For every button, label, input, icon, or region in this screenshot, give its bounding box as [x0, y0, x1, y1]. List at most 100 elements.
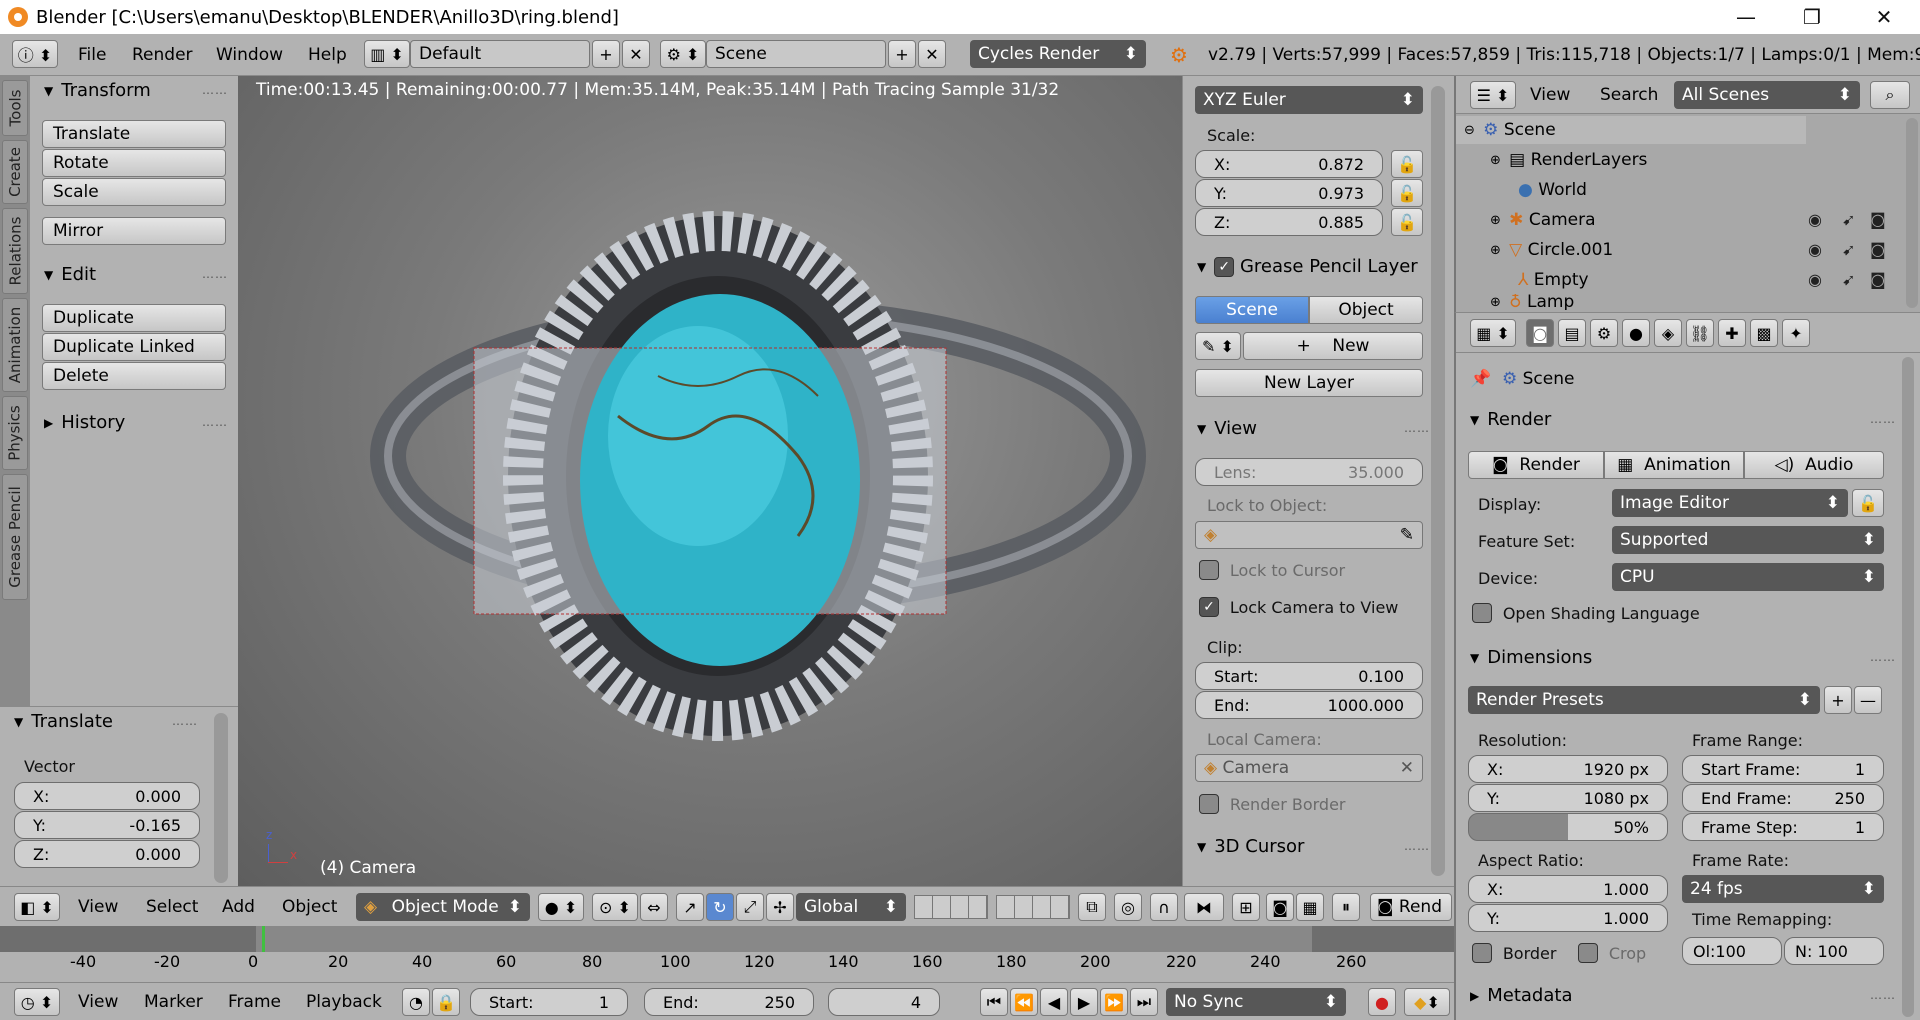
rotate-manipulator-icon[interactable]: ↻	[706, 893, 734, 921]
vector-y-field[interactable]: Y: -0.165	[14, 811, 200, 839]
render-presets-select[interactable]: Render Presets ⬍	[1468, 686, 1820, 714]
visibility-eye-icon[interactable]: ◉	[1808, 210, 1822, 229]
add-preset-icon[interactable]: +	[1824, 686, 1852, 714]
tab-animation[interactable]: Animation	[2, 298, 28, 392]
opengl-anim-icon[interactable]: ▦	[1296, 893, 1324, 921]
pause-render-icon[interactable]: ⏸	[1332, 893, 1360, 921]
drag-handle-icon[interactable]: ⋯⋯	[1404, 842, 1430, 856]
aspect-x-field[interactable]: X: 1.000	[1468, 875, 1668, 903]
crop-row[interactable]: Crop	[1578, 943, 1646, 963]
snap-toggle-icon[interactable]: ∩	[1150, 893, 1178, 921]
menu-help[interactable]: Help	[308, 45, 347, 65]
material-tab-icon[interactable]: ▩	[1750, 319, 1778, 347]
render-border-row[interactable]: Render Border	[1199, 794, 1346, 814]
timeline-track[interactable]	[0, 926, 1454, 952]
render-section-header[interactable]: ▼ Render	[1470, 409, 1551, 430]
view3d-menu-select[interactable]: Select	[146, 897, 198, 917]
object-tab-icon[interactable]: ◈	[1654, 319, 1682, 347]
renderable-camera-icon[interactable]: ◙	[1870, 270, 1886, 289]
minimize-button[interactable]: —	[1718, 0, 1774, 34]
local-camera-field[interactable]: ◈ Camera ✕	[1195, 754, 1423, 782]
current-frame-field[interactable]: 4	[828, 988, 940, 1016]
translate-button[interactable]: Translate	[42, 120, 226, 148]
prev-keyframe-icon[interactable]: ⏪	[1010, 988, 1038, 1016]
time-remap-old-field[interactable]: Ol:100	[1682, 937, 1782, 965]
timeline-end-field[interactable]: End: 250	[644, 988, 814, 1016]
layout-field[interactable]: Default	[410, 40, 590, 68]
transform-header[interactable]: ▼ Transform	[44, 80, 151, 101]
outliner-filter-select[interactable]: All Scenes ⬍	[1674, 81, 1860, 109]
grease-pencil-checkbox[interactable]: ✓	[1214, 256, 1235, 277]
edit-header[interactable]: ▼ Edit	[44, 264, 96, 285]
resolution-x-field[interactable]: X: 1920 px	[1468, 755, 1668, 783]
visibility-eye-icon[interactable]: ◉	[1808, 270, 1822, 289]
remove-layout-icon[interactable]: ✕	[622, 40, 650, 68]
tab-grease-pencil[interactable]: Grease Pencil	[2, 474, 28, 600]
layers-grid-a[interactable]	[914, 895, 988, 919]
outliner-item-lamp[interactable]: ⊕ ♁ Lamp	[1490, 294, 1574, 310]
transform-manipulator-icon[interactable]: ✢	[766, 893, 794, 921]
outliner-item-renderlayers[interactable]: ⊕ ▤ RenderLayers	[1490, 146, 1647, 174]
aspect-y-field[interactable]: Y: 1.000	[1468, 904, 1668, 932]
outliner-item-scene[interactable]: ⊖ ⚙ Scene	[1464, 116, 1556, 144]
timeline[interactable]	[0, 926, 1454, 982]
viewport-3d[interactable]: Time:00:13.45 | Remaining:00:00.77 | Mem…	[238, 76, 1182, 886]
timeline-start-field[interactable]: Start: 1	[470, 988, 628, 1016]
n-panel-scrollbar[interactable]	[1431, 86, 1445, 876]
layers-grid-b[interactable]	[996, 895, 1070, 919]
translate-manipulator-icon[interactable]: ↗	[676, 893, 704, 921]
tab-physics[interactable]: Physics	[2, 396, 28, 470]
device-select[interactable]: CPU ⬍	[1612, 563, 1884, 591]
outliner-item-world[interactable]: ● World	[1518, 176, 1587, 204]
timeline-menu-view[interactable]: View	[78, 992, 118, 1012]
screen-layout-icon[interactable]: ▥ ⬍	[364, 40, 410, 68]
vector-z-field[interactable]: Z: 0.000	[14, 840, 200, 868]
lock-scale-y-icon[interactable]: 🔓	[1391, 179, 1423, 207]
resolution-percent-slider[interactable]: 50%	[1468, 813, 1668, 841]
lock-cursor-row[interactable]: Lock to Cursor	[1199, 560, 1345, 580]
timeline-menu-marker[interactable]: Marker	[144, 992, 203, 1012]
new-grease-button[interactable]: + New	[1243, 332, 1423, 360]
tab-relations[interactable]: Relations	[2, 208, 28, 294]
lock-layers-icon[interactable]: ⧉	[1078, 893, 1106, 921]
delete-button[interactable]: Delete	[42, 362, 226, 390]
timeline-menu-frame[interactable]: Frame	[228, 992, 281, 1012]
scene-tab-icon[interactable]: ⚙	[1590, 319, 1618, 347]
render-audio-button[interactable]: ◁) Audio	[1744, 451, 1884, 479]
lock-camera-checkbox[interactable]: ✓	[1199, 597, 1219, 617]
lens-field[interactable]: Lens: 35.000	[1195, 458, 1423, 486]
osl-row[interactable]: Open Shading Language	[1472, 603, 1700, 623]
outliner-search-icon[interactable]: ⌕	[1870, 81, 1910, 109]
clear-camera-icon[interactable]: ✕	[1400, 758, 1414, 778]
grease-object-button[interactable]: Object	[1309, 296, 1423, 324]
current-frame-marker[interactable]	[262, 926, 265, 952]
clip-end-field[interactable]: End: 1000.000	[1195, 691, 1423, 719]
duplicate-linked-button[interactable]: Duplicate Linked	[42, 333, 226, 361]
translate-operator-header[interactable]: ▼ Translate	[14, 711, 113, 732]
scale-x-field[interactable]: X: 0.872	[1195, 150, 1383, 178]
visibility-eye-icon[interactable]: ◉	[1808, 240, 1822, 259]
constraints-tab-icon[interactable]: ⛓	[1686, 319, 1714, 347]
viewport-shading-icon[interactable]: ● ⬍	[538, 893, 584, 921]
pencil-icon[interactable]: ✎ ⬍	[1195, 332, 1241, 360]
drag-handle-icon[interactable]: ⋯⋯	[1870, 415, 1896, 429]
crop-checkbox[interactable]	[1578, 943, 1598, 963]
keying-set-icon[interactable]: ◆ ⬍	[1404, 988, 1450, 1016]
metadata-header[interactable]: ▶ Metadata	[1470, 985, 1572, 1006]
restore-button[interactable]: ❐	[1784, 0, 1840, 34]
drag-handle-icon[interactable]: ⋯⋯	[202, 418, 228, 432]
operator-scrollbar[interactable]	[214, 713, 228, 883]
border-row[interactable]: Border	[1472, 943, 1556, 963]
remove-preset-icon[interactable]: —	[1854, 686, 1882, 714]
end-frame-field[interactable]: End Frame: 250	[1682, 784, 1884, 812]
selectable-cursor-icon[interactable]: ➹	[1842, 240, 1855, 259]
render-engine-select[interactable]: Cycles Render ⬍	[970, 40, 1146, 68]
new-layer-button[interactable]: New Layer	[1195, 369, 1423, 397]
scale-manipulator-icon[interactable]: ⤢	[736, 893, 764, 921]
3d-cursor-header[interactable]: ▼ 3D Cursor	[1197, 836, 1304, 857]
editor-type-info-icon[interactable]: ⓘ ⬍	[12, 40, 58, 68]
next-keyframe-icon[interactable]: ⏩	[1100, 988, 1128, 1016]
pin-icon[interactable]: 📌	[1470, 369, 1502, 389]
dimensions-header[interactable]: ▼ Dimensions	[1470, 647, 1592, 668]
clip-start-field[interactable]: Start: 0.100	[1195, 662, 1423, 690]
